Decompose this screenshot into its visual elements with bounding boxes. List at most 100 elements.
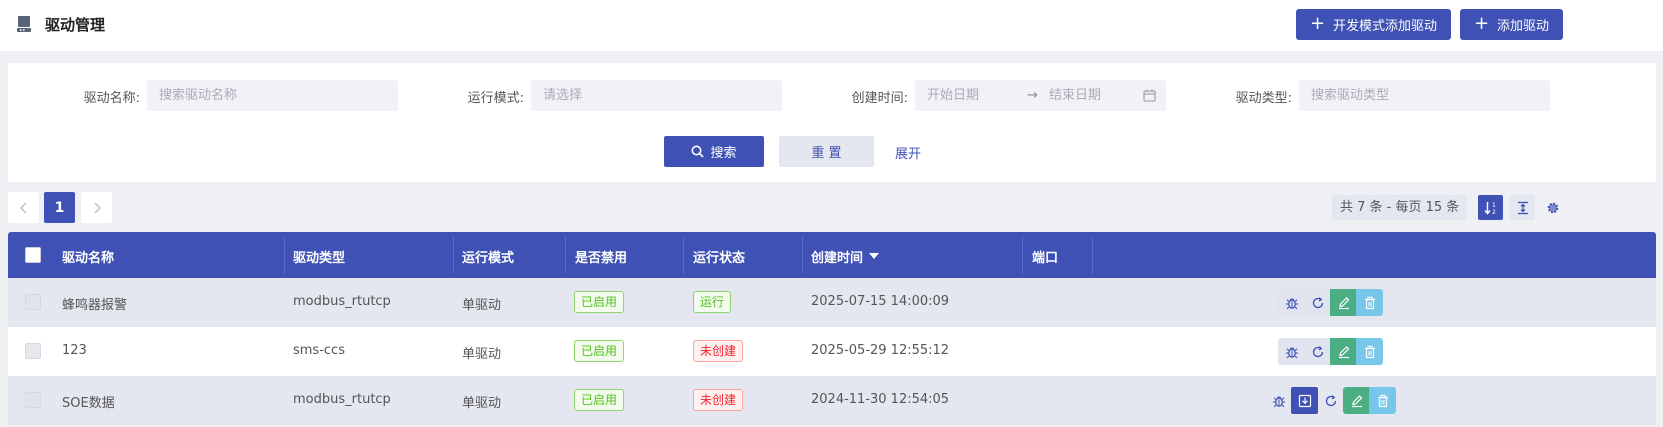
enabled-badge: 已启用	[574, 340, 625, 362]
search-icon	[691, 145, 705, 158]
chevron-left-icon	[19, 202, 26, 213]
edit-icon	[1338, 345, 1349, 358]
start-date-placeholder: 开始日期	[927, 88, 980, 103]
driver-name-placeholder: 搜索驱动名称	[159, 88, 238, 103]
dev-mode-add-driver-button[interactable]: + 开发模式添加驱动	[1296, 9, 1451, 40]
column-divider	[565, 236, 566, 274]
column-divider	[802, 236, 803, 274]
refresh-icon	[1312, 345, 1323, 357]
trash-icon	[1364, 345, 1375, 358]
cell-created: 2025-05-29 12:55:12	[811, 343, 950, 358]
bug-icon	[1285, 346, 1298, 358]
debug-button[interactable]	[1265, 387, 1292, 414]
drive-icon	[17, 16, 31, 32]
plus-icon: +	[1309, 12, 1326, 34]
cell-name: 123	[62, 343, 87, 358]
add-driver-button[interactable]: + 添加驱动	[1460, 9, 1563, 40]
restart-button[interactable]	[1304, 289, 1331, 316]
table-row: 123 sms-ccs 单驱动 已启用 未创建 2025-05-29 12:55…	[8, 327, 1656, 376]
search-label: 搜索	[710, 146, 737, 161]
debug-button[interactable]	[1278, 338, 1305, 365]
driver-type-label: 驱动类型:	[1235, 91, 1292, 106]
run-mode-placeholder: 请选择	[543, 88, 583, 103]
bug-icon	[1272, 395, 1285, 407]
column-divider	[284, 236, 285, 274]
column-divider	[1022, 236, 1023, 274]
edit-icon	[1351, 394, 1362, 407]
export-button[interactable]	[1291, 387, 1318, 414]
column-divider	[453, 236, 454, 274]
edit-icon	[1338, 296, 1349, 309]
cell-created: 2025-07-15 14:00:09	[811, 294, 950, 309]
cell-name: SOE数据	[62, 396, 115, 411]
refresh-icon	[1325, 394, 1336, 406]
sort-toggle-button[interactable]: 1 2	[1478, 195, 1503, 220]
sort-icon: 1 2	[1483, 201, 1496, 215]
table-row: SOE数据 modbus_rtutcp 单驱动 已启用 未创建 2024-11-…	[8, 376, 1656, 425]
cell-type: sms-ccs	[293, 343, 345, 358]
end-date-placeholder: 结束日期	[1049, 88, 1102, 103]
delete-button[interactable]	[1369, 387, 1396, 414]
column-header-created[interactable]: 创建时间	[811, 247, 880, 266]
driver-name-input[interactable]: 搜索驱动名称	[147, 80, 398, 111]
driver-type-placeholder: 搜索驱动类型	[1311, 88, 1390, 103]
row-checkbox[interactable]	[25, 294, 41, 310]
sort-desc-icon	[869, 253, 880, 259]
driver-type-input[interactable]: 搜索驱动类型	[1299, 80, 1550, 111]
run-mode-select[interactable]: 请选择	[531, 80, 782, 111]
run-mode-label: 运行模式:	[467, 91, 524, 106]
next-page-button[interactable]	[81, 192, 112, 223]
settings-button[interactable]	[1540, 195, 1565, 220]
prev-page-button[interactable]	[8, 192, 39, 223]
cell-mode: 单驱动	[462, 347, 502, 362]
page-button-current[interactable]: 1	[44, 192, 75, 223]
column-header-name[interactable]: 驱动名称	[62, 247, 114, 266]
cell-mode: 单驱动	[462, 396, 502, 411]
density-button[interactable]	[1510, 195, 1535, 220]
add-driver-label: 添加驱动	[1497, 19, 1550, 34]
driver-name-label: 驱动名称:	[83, 91, 140, 106]
cell-type: modbus_rtutcp	[293, 392, 391, 407]
row-checkbox[interactable]	[25, 392, 41, 408]
row-checkbox[interactable]	[25, 343, 41, 359]
edit-button[interactable]	[1330, 338, 1357, 365]
column-header-port[interactable]: 端口	[1032, 247, 1058, 266]
enabled-badge: 已启用	[574, 389, 625, 411]
cell-type: modbus_rtutcp	[293, 294, 391, 309]
page-title: 驱动管理	[45, 16, 106, 34]
debug-button[interactable]	[1278, 289, 1305, 316]
page-header: 驱动管理 + 开发模式添加驱动 + 添加驱动	[0, 0, 1663, 51]
column-height-icon	[1517, 201, 1528, 214]
created-time-label: 创建时间:	[851, 91, 908, 106]
svg-text:2: 2	[1492, 209, 1496, 215]
column-header-status[interactable]: 运行状态	[693, 247, 745, 266]
restart-button[interactable]	[1304, 338, 1331, 365]
delete-button[interactable]	[1356, 338, 1383, 365]
delete-button[interactable]	[1356, 289, 1383, 316]
column-header-disabled[interactable]: 是否禁用	[575, 247, 627, 266]
column-divider	[1092, 236, 1093, 274]
expand-link[interactable]: 展开	[895, 143, 921, 162]
column-header-mode[interactable]: 运行模式	[462, 247, 514, 266]
calendar-icon	[1143, 89, 1156, 102]
column-header-type[interactable]: 驱动类型	[293, 247, 345, 266]
arrow-right-icon: →	[1027, 88, 1038, 103]
download-icon	[1298, 394, 1311, 407]
column-header-created-label: 创建时间	[811, 251, 864, 266]
search-button[interactable]: 搜索	[664, 136, 764, 167]
cell-mode: 单驱动	[462, 298, 502, 313]
cell-name: 蜂鸣器报警	[62, 298, 128, 313]
table-row: 蜂鸣器报警 modbus_rtutcp 单驱动 已启用 运行 2025-07-1…	[8, 278, 1656, 327]
trash-icon	[1364, 296, 1375, 309]
driver-table: 驱动名称 驱动类型 运行模式 是否禁用 运行状态 创建时间 端口 蜂鸣器报警 m…	[8, 232, 1656, 425]
chevron-right-icon	[94, 202, 101, 213]
edit-button[interactable]	[1330, 289, 1357, 316]
pagination-info: 共 7 条 - 每页 15 条	[1332, 195, 1468, 220]
restart-button[interactable]	[1317, 387, 1344, 414]
edit-button[interactable]	[1343, 387, 1370, 414]
select-all-checkbox[interactable]	[25, 247, 41, 263]
refresh-icon	[1312, 296, 1323, 308]
reset-button[interactable]: 重 置	[779, 136, 874, 167]
date-range-picker[interactable]: 开始日期 → 结束日期	[915, 80, 1166, 111]
column-divider	[683, 236, 684, 274]
